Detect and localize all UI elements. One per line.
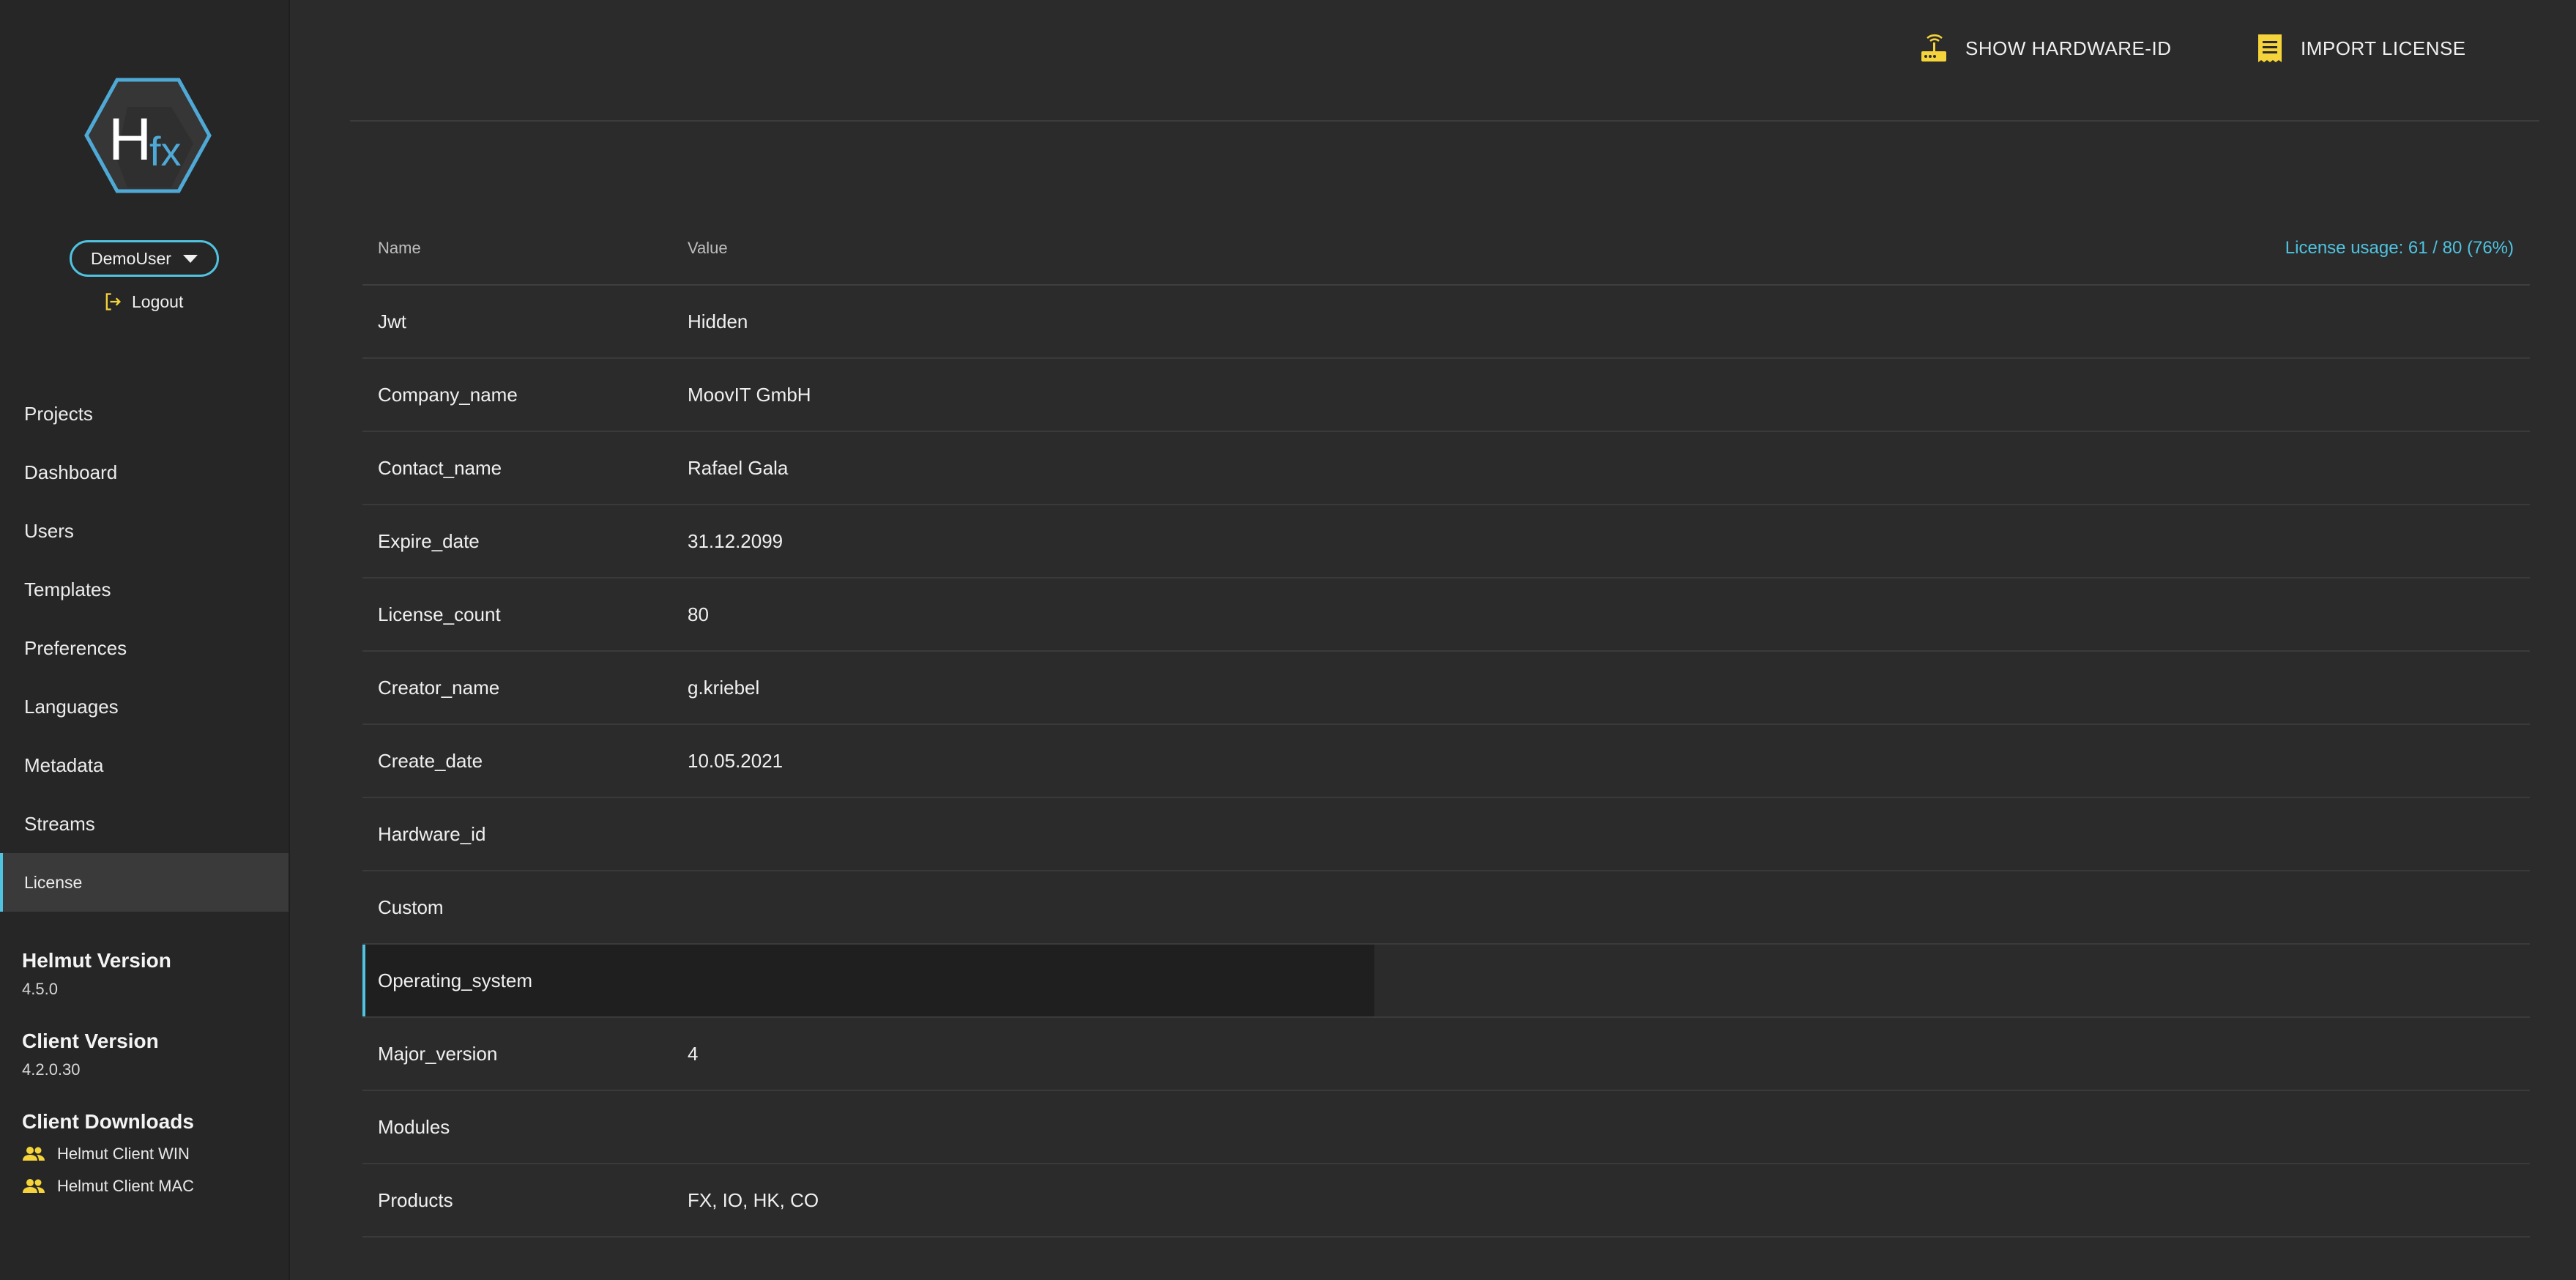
sidebar: H fx DemoUser Logout Projects Dashboard …: [0, 0, 290, 1280]
row-name: Creator_name: [378, 676, 500, 699]
row-value: FX, IO, HK, CO: [688, 1188, 819, 1211]
row-value: 4: [688, 1042, 699, 1065]
hfx-logo: H fx: [83, 78, 212, 193]
row-value: 80: [688, 603, 709, 625]
row-name: Hardware_id: [378, 822, 486, 845]
column-header-name: Name: [378, 239, 421, 257]
table-row[interactable]: Modules: [362, 1091, 2530, 1164]
logout-label: Logout: [132, 291, 184, 311]
logo-h: H: [108, 106, 152, 173]
user-dropdown[interactable]: DemoUser: [70, 240, 219, 277]
row-name: Create_date: [378, 749, 483, 772]
svg-text:fx: fx: [149, 128, 182, 174]
client-version-block: Client Version 4.2.0.30: [22, 1030, 271, 1079]
table-row-hovered[interactable]: Operating_system: [362, 945, 2530, 1018]
table-row[interactable]: Contact_name Rafael Gala: [362, 432, 2530, 505]
license-usage: License usage: 61 / 80 (76%): [2285, 238, 2514, 258]
row-value: MoovIT GmbH: [688, 383, 811, 406]
people-icon: [23, 1147, 45, 1161]
table-row[interactable]: Create_date 10.05.2021: [362, 725, 2530, 798]
show-hardware-id-button[interactable]: SHOW HARDWARE-ID: [1920, 29, 2171, 67]
import-license-button[interactable]: IMPORT LICENSE: [2257, 29, 2466, 67]
logout-button[interactable]: Logout: [103, 289, 183, 315]
sidebar-item-license[interactable]: License: [0, 853, 289, 912]
row-name: Operating_system: [378, 969, 532, 991]
row-name: Contact_name: [378, 456, 502, 479]
helmut-version-value: 4.5.0: [22, 980, 58, 998]
table-header: Name Value License usage: 61 / 80 (76%): [362, 212, 2530, 286]
sidebar-item-templates[interactable]: Templates: [0, 560, 289, 619]
row-name: Expire_date: [378, 529, 480, 552]
row-value: g.kriebel: [688, 676, 760, 699]
client-version-title: Client Version: [22, 1030, 159, 1052]
sidebar-item-dashboard[interactable]: Dashboard: [0, 443, 289, 502]
receipt-icon: [2258, 34, 2282, 62]
row-name: Major_version: [378, 1042, 498, 1065]
row-name: Custom: [378, 896, 444, 918]
download-client-win[interactable]: Helmut Client WIN: [22, 1138, 271, 1170]
people-icon: [23, 1179, 45, 1193]
sidebar-item-preferences[interactable]: Preferences: [0, 619, 289, 677]
sidebar-item-users[interactable]: Users: [0, 502, 289, 560]
logout-icon: [105, 293, 121, 310]
table-row[interactable]: Products FX, IO, HK, CO: [362, 1164, 2530, 1238]
sidebar-item-streams[interactable]: Streams: [0, 795, 289, 853]
table-row[interactable]: Major_version 4: [362, 1018, 2530, 1091]
row-value: 10.05.2021: [688, 749, 783, 772]
table-row[interactable]: Jwt Hidden: [362, 286, 2530, 359]
client-downloads-block: Client Downloads Helmut Client WIN Helmu…: [22, 1110, 271, 1202]
user-name: DemoUser: [91, 248, 171, 268]
sidebar-item-projects[interactable]: Projects: [0, 384, 289, 443]
chevron-down-icon: [182, 254, 198, 263]
import-license-label: IMPORT LICENSE: [2301, 37, 2466, 59]
table-row[interactable]: Company_name MoovIT GmbH: [362, 359, 2530, 432]
show-hardware-id-label: SHOW HARDWARE-ID: [1965, 37, 2172, 59]
download-client-mac-label: Helmut Client MAC: [57, 1177, 195, 1195]
license-table: Name Value License usage: 61 / 80 (76%) …: [362, 212, 2530, 1238]
row-name: Modules: [378, 1115, 450, 1138]
row-value: Hidden: [688, 310, 748, 332]
row-value: Rafael Gala: [688, 456, 789, 479]
row-name: Products: [378, 1188, 453, 1211]
helmut-version-title: Helmut Version: [22, 949, 171, 972]
helmut-version-block: Helmut Version 4.5.0: [22, 949, 271, 999]
client-version-value: 4.2.0.30: [22, 1060, 81, 1079]
table-row[interactable]: Hardware_id: [362, 798, 2530, 871]
table-row[interactable]: Custom: [362, 871, 2530, 945]
top-divider: [350, 120, 2539, 122]
sidebar-item-languages[interactable]: Languages: [0, 677, 289, 736]
row-name: Jwt: [378, 310, 406, 332]
download-client-mac[interactable]: Helmut Client MAC: [22, 1170, 271, 1202]
download-client-win-label: Helmut Client WIN: [57, 1145, 190, 1163]
column-header-value: Value: [688, 239, 728, 257]
row-name: Company_name: [378, 383, 518, 406]
table-row[interactable]: Expire_date 31.12.2099: [362, 505, 2530, 578]
sidebar-nav: Projects Dashboard Users Templates Prefe…: [0, 384, 289, 912]
table-row[interactable]: License_count 80: [362, 578, 2530, 652]
table-row[interactable]: Creator_name g.kriebel: [362, 652, 2530, 725]
router-icon: [1921, 34, 1946, 62]
client-downloads-title: Client Downloads: [22, 1110, 194, 1133]
row-value: 31.12.2099: [688, 529, 783, 552]
row-name: License_count: [378, 603, 501, 625]
sidebar-item-metadata[interactable]: Metadata: [0, 736, 289, 795]
